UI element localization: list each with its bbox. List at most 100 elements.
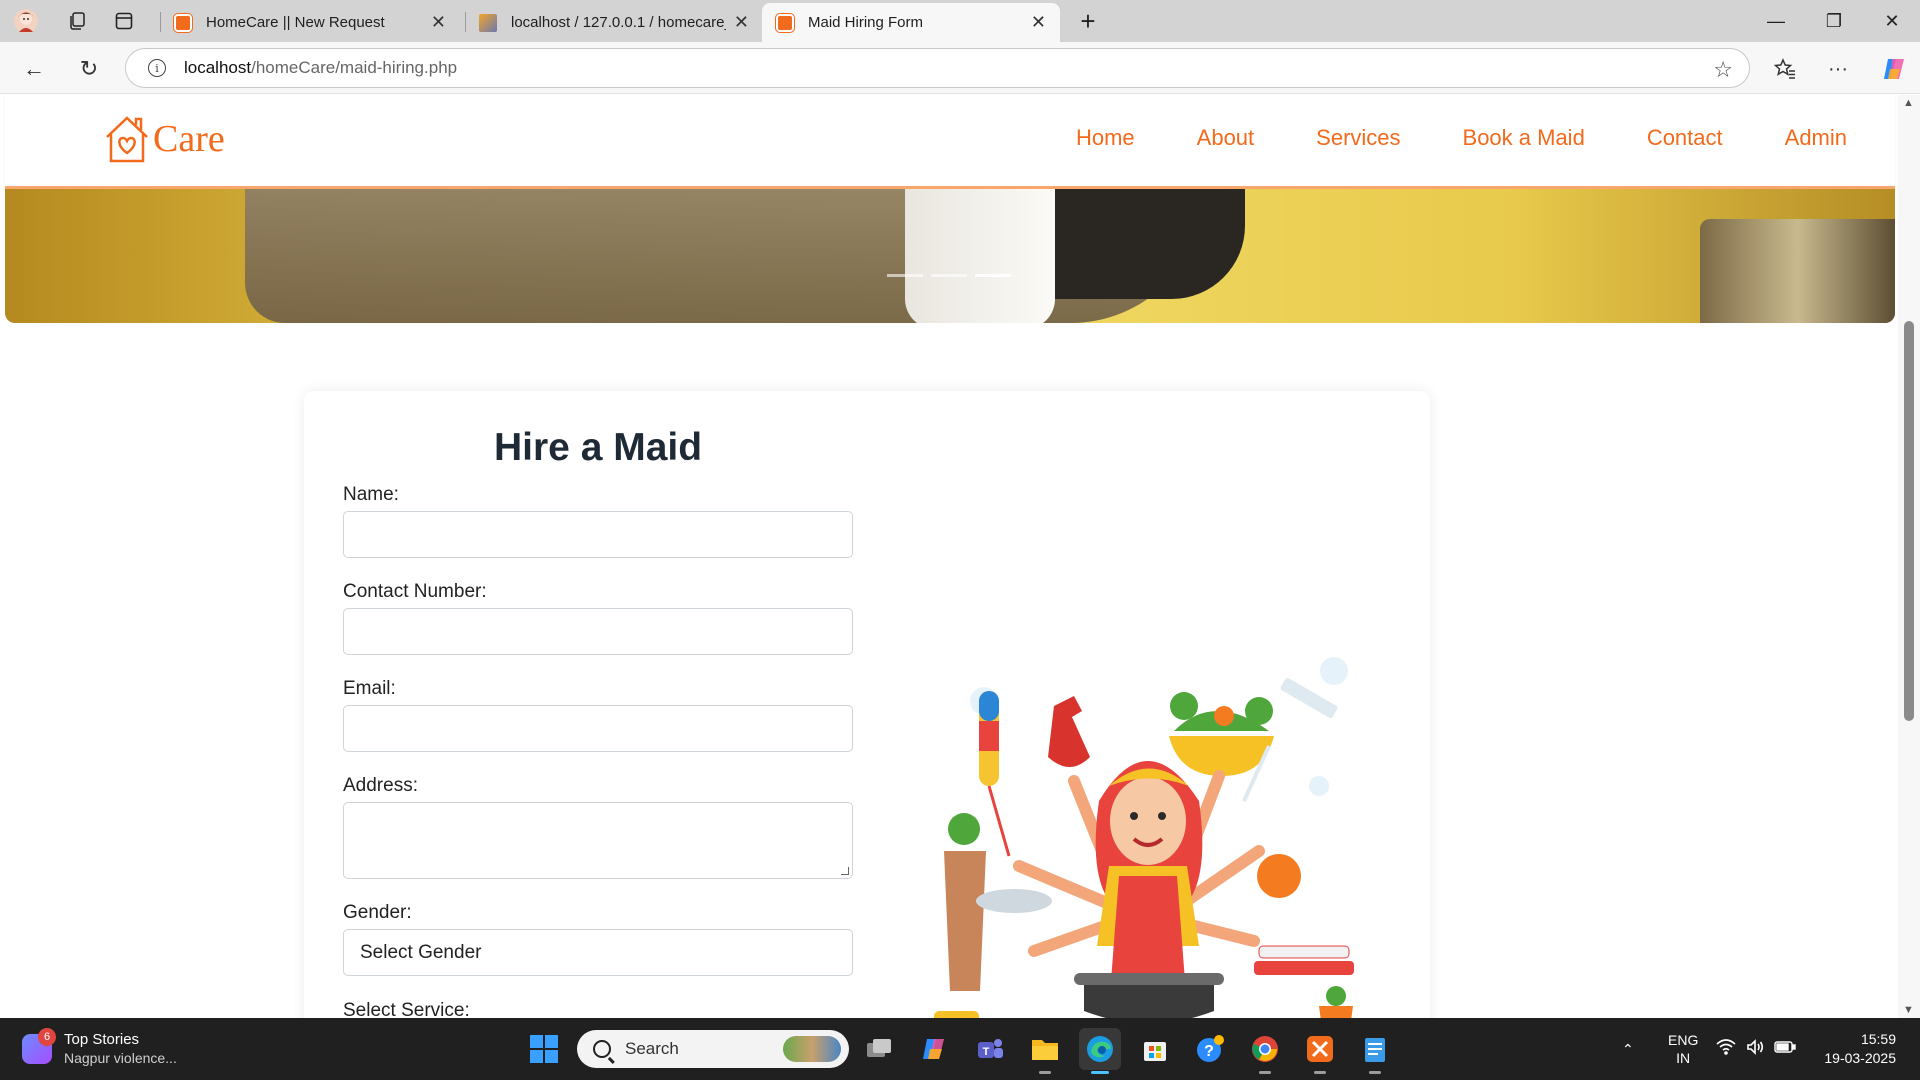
hero-carousel	[5, 189, 1895, 323]
address-label: Address:	[343, 775, 418, 796]
tab-title: localhost / 127.0.0.1 / homecare_d	[511, 14, 726, 31]
search-placeholder: Search	[625, 1039, 679, 1058]
taskbar-search[interactable]: Search	[577, 1030, 849, 1068]
get-help-icon[interactable]: ?	[1189, 1028, 1231, 1070]
main-nav: Home About Services Book a Maid Contact …	[1076, 125, 1847, 151]
chrome-icon[interactable]	[1244, 1028, 1286, 1074]
scroll-down-arrow-icon[interactable]: ▼	[1903, 1004, 1914, 1016]
tab-homecare-new-request[interactable]: HomeCare || New Request ✕	[160, 3, 460, 42]
gender-selected-value: Select Gender	[360, 941, 482, 963]
file-explorer-icon[interactable]	[1024, 1028, 1066, 1074]
xampp-app-icon[interactable]	[1299, 1028, 1341, 1074]
microsoft-store-icon[interactable]	[1134, 1028, 1176, 1070]
logo-text: Care	[153, 118, 225, 160]
windows-start-icon[interactable]	[523, 1028, 565, 1070]
restore-icon[interactable]: ❐	[1806, 0, 1862, 42]
contact-number-label: Contact Number:	[343, 581, 487, 602]
favorite-star-icon[interactable]: ☆	[1713, 57, 1733, 83]
hero-image-pot	[1700, 219, 1895, 323]
nav-about[interactable]: About	[1197, 125, 1255, 151]
browser-tab-bar: HomeCare || New Request ✕ localhost / 12…	[0, 0, 1920, 42]
taskbar-clock[interactable]: 15:59 19-03-2025	[1824, 1030, 1896, 1068]
news-title: Top Stories	[64, 1031, 140, 1048]
name-label: Name:	[343, 484, 399, 505]
more-options-icon[interactable]: ···	[1820, 51, 1856, 87]
carousel-indicator[interactable]	[975, 274, 1011, 277]
close-tab-icon[interactable]: ✕	[734, 12, 749, 33]
browser-toolbar: ← ↻ i localhost/homeCare/maid-hiring.php…	[0, 42, 1920, 94]
tab-title: Maid Hiring Form	[808, 14, 924, 31]
windows-taskbar: 6 Top Stories Nagpur violence... Search …	[0, 1018, 1920, 1080]
site-header: Care Home About Services Book a Maid Con…	[5, 95, 1895, 189]
gender-select[interactable]: Select Gender	[343, 929, 853, 976]
close-tab-icon[interactable]: ✕	[1031, 12, 1046, 33]
address-bar[interactable]: i localhost/homeCare/maid-hiring.php ☆	[125, 48, 1750, 88]
minimize-icon[interactable]: —	[1748, 0, 1804, 42]
search-icon	[593, 1040, 611, 1058]
xampp-icon	[776, 13, 794, 32]
news-badge: 6	[38, 1028, 56, 1046]
carousel-indicator[interactable]	[887, 274, 923, 277]
tab-title: HomeCare || New Request	[206, 14, 385, 31]
profile-avatar-icon[interactable]	[12, 7, 40, 35]
vertical-tabs-icon[interactable]	[110, 7, 138, 35]
xampp-icon	[174, 13, 192, 32]
name-input[interactable]	[343, 511, 853, 558]
select-service-label: Select Service:	[343, 1000, 470, 1018]
svg-text:T: T	[983, 1046, 990, 1058]
scrollbar-thumb[interactable]	[1904, 321, 1914, 721]
new-tab-icon[interactable]: +	[1074, 6, 1102, 36]
carousel-indicators	[887, 274, 1011, 277]
favorites-icon[interactable]	[1767, 51, 1803, 87]
search-highlight-image	[783, 1036, 841, 1062]
copilot-icon[interactable]	[1876, 51, 1912, 87]
teams-icon[interactable]: T	[969, 1028, 1011, 1070]
resize-grip-icon[interactable]	[841, 867, 849, 875]
gender-label: Gender:	[343, 902, 412, 923]
carousel-indicator[interactable]	[931, 274, 967, 277]
nav-admin[interactable]: Admin	[1785, 125, 1847, 151]
news-widget[interactable]: 6 Top Stories Nagpur violence...	[22, 1028, 177, 1068]
address-textarea[interactable]	[343, 802, 853, 879]
task-view-icon[interactable]	[858, 1028, 900, 1070]
nav-book-a-maid[interactable]: Book a Maid	[1463, 125, 1585, 151]
show-hidden-icons-icon[interactable]: ⌃	[1622, 1018, 1634, 1080]
email-label: Email:	[343, 678, 396, 699]
system-tray-icons[interactable]	[1716, 1018, 1796, 1080]
address-url: localhost/homeCare/maid-hiring.php	[184, 58, 458, 77]
scroll-up-arrow-icon[interactable]: ▲	[1903, 97, 1914, 109]
page-scrollbar[interactable]: ▲ ▼	[1898, 95, 1920, 1018]
back-arrow-icon[interactable]: ←	[16, 51, 52, 87]
edge-browser-icon[interactable]	[1079, 1028, 1121, 1074]
battery-icon	[1774, 1040, 1796, 1059]
nav-home[interactable]: Home	[1076, 125, 1135, 151]
site-logo[interactable]: Care	[103, 113, 225, 165]
site-info-icon[interactable]: i	[148, 59, 166, 77]
copilot-app-icon[interactable]	[914, 1028, 956, 1070]
volume-icon	[1746, 1038, 1764, 1060]
page-viewport: Care Home About Services Book a Maid Con…	[0, 95, 1920, 1018]
nav-services[interactable]: Services	[1316, 125, 1400, 151]
hire-maid-form-card: Hire a Maid Name: Contact Number: Email:…	[304, 391, 1430, 1018]
multitasking-maid-illustration	[934, 657, 1354, 1018]
wifi-icon	[1716, 1038, 1736, 1060]
form-title: Hire a Maid	[494, 426, 703, 469]
close-window-icon[interactable]: ✕	[1864, 0, 1920, 42]
news-subtitle: Nagpur violence...	[64, 1050, 177, 1066]
contact-number-input[interactable]	[343, 608, 853, 655]
clock-date: 19-03-2025	[1824, 1050, 1896, 1066]
news-icon: 6	[22, 1028, 56, 1064]
language-indicator[interactable]: ENG IN	[1668, 1018, 1698, 1080]
tab-phpmyadmin[interactable]: localhost / 127.0.0.1 / homecare_d ✕	[465, 3, 763, 42]
tab-maid-hiring-form[interactable]: Maid Hiring Form ✕	[762, 3, 1060, 42]
svg-text:?: ?	[1204, 1043, 1214, 1060]
house-heart-icon	[106, 116, 148, 163]
close-tab-icon[interactable]: ✕	[431, 12, 446, 33]
phpmyadmin-icon	[479, 13, 497, 32]
clock-time: 15:59	[1860, 1031, 1896, 1047]
nav-contact[interactable]: Contact	[1647, 125, 1723, 151]
workspaces-icon[interactable]	[63, 7, 91, 35]
refresh-icon[interactable]: ↻	[71, 51, 107, 87]
notepad-icon[interactable]	[1354, 1028, 1396, 1074]
email-input[interactable]	[343, 705, 853, 752]
